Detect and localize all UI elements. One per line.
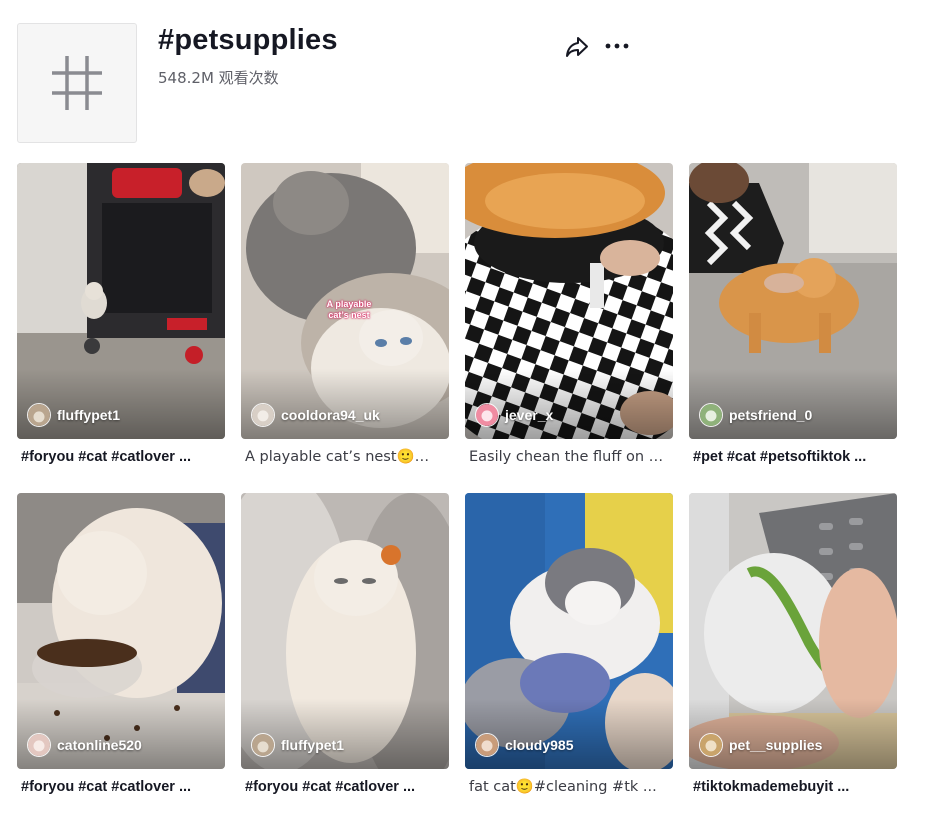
video-card[interactable]: pet__supplies #tiktokmademebuyit ... [689, 493, 897, 801]
video-caption[interactable]: #pet #cat #petsoftiktok ... [689, 448, 893, 466]
hashtag-icon [52, 56, 102, 110]
user-avatar[interactable] [27, 403, 51, 427]
video-card[interactable]: A playable cat’s nest cooldora94_uk A pl… [241, 163, 449, 471]
video-thumbnail[interactable]: fluffypet1 [241, 493, 449, 769]
user-avatar[interactable] [475, 733, 499, 757]
video-caption[interactable]: #foryou #cat #catlover ... [17, 778, 221, 796]
video-card[interactable]: fluffypet1 #foryou #cat #catlover ... [17, 163, 225, 471]
page-title: #petsupplies [158, 24, 338, 56]
video-caption[interactable]: fat cat🙂#cleaning #tk ... [465, 778, 669, 796]
username[interactable]: pet__supplies [729, 737, 822, 753]
video-caption[interactable]: #foryou #cat #catlover ... [17, 448, 221, 466]
username[interactable]: fluffypet1 [57, 407, 120, 423]
video-thumbnail[interactable]: jever_x [465, 163, 673, 439]
video-thumbnail[interactable]: pet__supplies [689, 493, 897, 769]
video-thumbnail[interactable]: catonline520 [17, 493, 225, 769]
user-avatar[interactable] [699, 403, 723, 427]
video-thumbnail[interactable]: petsfriend_0 [689, 163, 897, 439]
share-button[interactable] [564, 34, 590, 60]
user-avatar[interactable] [27, 733, 51, 757]
more-options-button[interactable] [603, 34, 631, 60]
thumbnail-image [689, 163, 897, 439]
video-caption[interactable]: #foryou #cat #catlover ... [241, 778, 445, 796]
user-avatar[interactable] [251, 733, 275, 757]
hashtag-avatar [17, 23, 137, 143]
video-card[interactable]: petsfriend_0 #pet #cat #petsoftiktok ... [689, 163, 897, 471]
user-avatar[interactable] [475, 403, 499, 427]
video-card[interactable]: catonline520 #foryou #cat #catlover ... [17, 493, 225, 801]
video-caption[interactable]: A playable cat’s nest🙂🙂... [241, 448, 445, 466]
video-thumbnail[interactable]: fluffypet1 [17, 163, 225, 439]
video-caption[interactable]: Easily chean the fluff on bl... [465, 448, 669, 466]
thumbnail-image [465, 493, 673, 769]
username[interactable]: catonline520 [57, 737, 142, 753]
username[interactable]: cloudy985 [505, 737, 573, 753]
more-icon [605, 43, 629, 49]
view-count: 548.2M 观看次数 [158, 69, 279, 87]
video-overlay-text: A playable cat’s nest [326, 299, 372, 320]
share-icon [566, 37, 588, 57]
thumbnail-image [17, 163, 225, 439]
video-thumbnail[interactable]: A playable cat’s nest cooldora94_uk [241, 163, 449, 439]
thumbnail-image [689, 493, 897, 769]
thumbnail-image [241, 493, 449, 769]
video-card[interactable]: jever_x Easily chean the fluff on bl... [465, 163, 673, 471]
username[interactable]: jever_x [505, 407, 553, 423]
video-card[interactable]: fluffypet1 #foryou #cat #catlover ... [241, 493, 449, 801]
user-avatar[interactable] [699, 733, 723, 757]
thumbnail-image [465, 163, 673, 439]
video-thumbnail[interactable]: cloudy985 [465, 493, 673, 769]
username[interactable]: cooldora94_uk [281, 407, 380, 423]
video-caption[interactable]: #tiktokmademebuyit ... [689, 778, 893, 796]
username[interactable]: fluffypet1 [281, 737, 344, 753]
user-avatar[interactable] [251, 403, 275, 427]
thumbnail-image [17, 493, 225, 769]
video-card[interactable]: cloudy985 fat cat🙂#cleaning #tk ... [465, 493, 673, 801]
username[interactable]: petsfriend_0 [729, 407, 812, 423]
video-grid: fluffypet1 #foryou #cat #catlover ... A … [17, 163, 897, 801]
